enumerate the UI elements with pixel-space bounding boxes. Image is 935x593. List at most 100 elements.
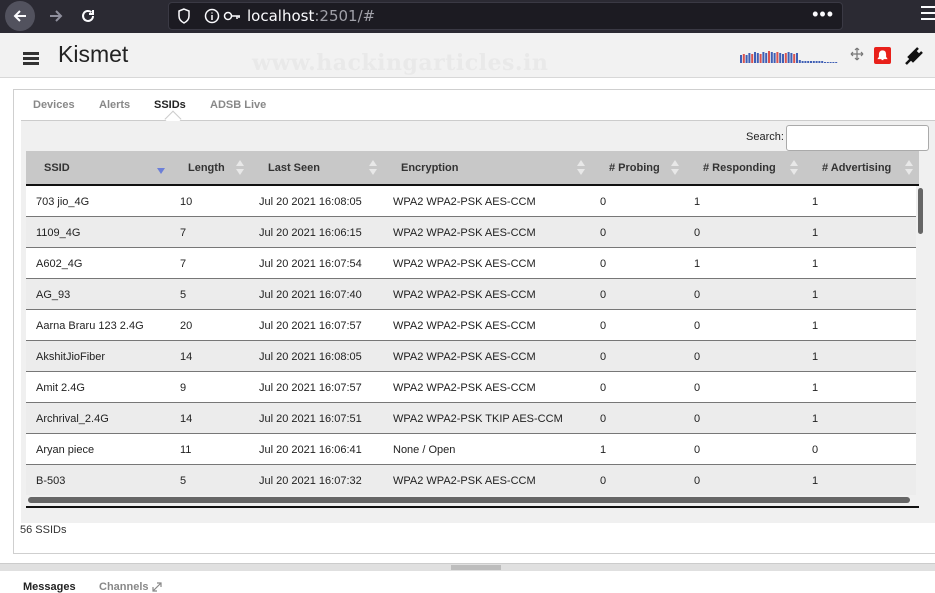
table-cell: 1	[600, 444, 607, 456]
sparkline-bar	[773, 53, 776, 63]
sparkline-bar	[754, 52, 756, 63]
back-button[interactable]	[5, 1, 35, 31]
horizontal-scroll-thumb[interactable]	[28, 497, 910, 503]
sparkline-bar	[796, 53, 798, 63]
column-probing[interactable]: # Probing	[609, 162, 660, 174]
table-row[interactable]: Aarna Braru 123 2.4G 20 Jul 20 2021 16:07:…	[26, 310, 919, 341]
sparkline-bar	[776, 52, 779, 63]
sparkline-bar	[804, 61, 807, 63]
table-cell: 1	[812, 196, 819, 208]
horizontal-scrollbar[interactable]	[26, 495, 919, 508]
url-text[interactable]: localhost:2501/#	[247, 7, 375, 25]
vertical-scroll-thumb[interactable]	[918, 188, 923, 234]
table-cell: 0	[600, 196, 607, 208]
table-row[interactable]: B-503 5 Jul 20 2021 16:07:32 WPA2 WPA2-PSK …	[26, 465, 919, 495]
table-row[interactable]: 703 jio_4G 10 Jul 20 2021 16:08:05 WPA2 WPA…	[26, 186, 919, 217]
tab-devices[interactable]: Devices	[33, 99, 75, 111]
expand-icon[interactable]	[152, 582, 162, 592]
tab-alerts[interactable]: Alerts	[99, 99, 130, 111]
menu-icon[interactable]	[23, 52, 39, 55]
table-cell: Jul 20 2021 16:07:57	[259, 382, 362, 394]
table-cell: 1	[812, 351, 819, 363]
info-icon[interactable]	[204, 8, 220, 24]
ssid-table: SSID Length Last Seen Encryption # Probi…	[26, 151, 926, 508]
table-cell: WPA2 WPA2-PSK AES-CCM	[393, 475, 536, 487]
sparkline-bar	[762, 52, 765, 63]
tab-ssids[interactable]: SSIDs	[154, 99, 186, 111]
table-cell: 0	[694, 413, 701, 425]
splitter-grip[interactable]	[451, 565, 501, 570]
column-last-seen[interactable]: Last Seen	[268, 162, 320, 174]
column-length[interactable]: Length	[188, 162, 225, 174]
table-cell: Jul 20 2021 16:07:51	[259, 413, 362, 425]
table-row[interactable]: Aryan piece 11 Jul 20 2021 16:06:41 None / …	[26, 434, 919, 465]
table-row[interactable]: 1109_4G 7 Jul 20 2021 16:06:15 WPA2 WPA2-PS…	[26, 217, 919, 248]
reload-button[interactable]	[72, 1, 104, 31]
column-encryption[interactable]: Encryption	[401, 162, 458, 174]
sparkline-bar	[790, 53, 793, 63]
table-cell: A602_4G	[36, 258, 83, 270]
sort-descending-icon[interactable]	[157, 168, 165, 174]
table-cell: 20	[180, 320, 193, 332]
table-cell: 7	[180, 258, 187, 270]
table-cell: AkshitJioFiber	[36, 351, 106, 363]
table-cell: 1	[812, 258, 819, 270]
url-path: :2501/#	[314, 7, 376, 25]
tab-channels[interactable]: Channels	[99, 581, 149, 593]
column-responding[interactable]: # Responding	[703, 162, 776, 174]
table-cell: 1	[812, 413, 819, 425]
tab-adsb-live[interactable]: ADSB Live	[210, 99, 266, 111]
sparkline-bar	[765, 53, 768, 63]
panel-splitter[interactable]	[0, 563, 935, 571]
table-cell: Archrival_2.4G	[36, 413, 109, 425]
column-ssid[interactable]: SSID	[44, 162, 70, 174]
table-cell: Jul 20 2021 16:06:15	[259, 227, 362, 239]
table-row[interactable]: A602_4G 7 Jul 20 2021 16:07:54 WPA2 WPA2-PS…	[26, 248, 919, 279]
sparkline-bar	[740, 55, 742, 63]
sparkline-bar	[770, 52, 773, 63]
table-row[interactable]: AG_93 5 Jul 20 2021 16:07:40 WPA2 WPA2-PSK …	[26, 279, 919, 310]
table-cell: Jul 20 2021 16:06:41	[259, 444, 362, 456]
tab-messages[interactable]: Messages	[23, 581, 76, 593]
sparkline-bar	[824, 62, 826, 63]
reload-icon	[82, 9, 94, 22]
table-cell: 0	[600, 320, 607, 332]
table-cell: Aryan piece	[36, 444, 95, 456]
url-bar[interactable]: localhost:2501/# •••	[168, 2, 843, 30]
table-cell: 0	[694, 289, 701, 301]
table-row[interactable]: Amit 2.4G 9 Jul 20 2021 16:07:57 WPA2 WPA2-…	[26, 372, 919, 403]
sparkline-bar	[742, 54, 745, 63]
search-input[interactable]	[786, 125, 929, 151]
move-icon[interactable]	[850, 47, 864, 61]
table-row[interactable]: AkshitJioFiber 14 Jul 20 2021 16:08:05 WPA2…	[26, 341, 919, 372]
table-cell: None / Open	[393, 444, 456, 456]
table-cell: 9	[180, 382, 187, 394]
sparkline-bar	[818, 61, 821, 63]
column-advertising[interactable]: # Advertising	[822, 162, 891, 174]
table-cell: 1	[694, 258, 701, 270]
sparkline-bar	[782, 54, 784, 63]
vertical-scrollbar[interactable]	[916, 186, 926, 495]
table-cell: 0	[694, 475, 701, 487]
forward-button[interactable]	[40, 1, 72, 31]
sparkline-bar	[812, 61, 815, 63]
table-cell: 7	[180, 227, 187, 239]
sparkline-bar	[748, 53, 751, 63]
table-cell: 14	[180, 351, 193, 363]
table-cell: 0	[694, 227, 701, 239]
packet-rate-sparkline	[740, 51, 838, 63]
plug-icon[interactable]	[903, 45, 925, 67]
table-cell: 14	[180, 413, 193, 425]
sparkline-bar	[810, 61, 812, 63]
table-cell: 1	[812, 227, 819, 239]
ssid-table-container: Search: SSID Length Last Seen Encryption…	[21, 121, 935, 523]
alert-button[interactable]	[874, 47, 891, 64]
shield-icon[interactable]	[177, 8, 191, 24]
table-cell: 0	[600, 475, 607, 487]
browser-menu-icon[interactable]	[921, 6, 935, 8]
table-cell: 0	[694, 444, 701, 456]
sparkline-bar	[787, 52, 790, 63]
key-icon[interactable]	[223, 8, 241, 24]
page-actions-menu[interactable]: •••	[812, 4, 834, 25]
table-row[interactable]: Archrival_2.4G 14 Jul 20 2021 16:07:51 WPA2…	[26, 403, 919, 434]
